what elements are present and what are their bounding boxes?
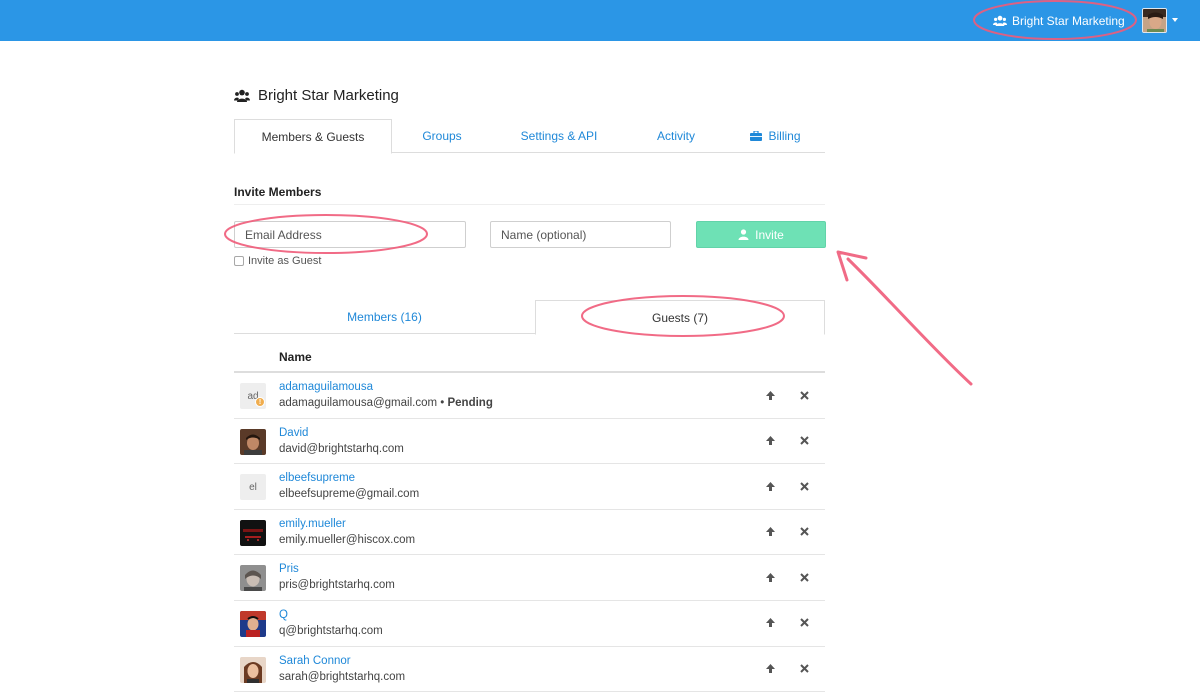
- pending-warning-icon: !: [255, 397, 265, 407]
- table-row: Sarah Connor sarah@brightstarhq.com: [234, 647, 825, 693]
- guest-email: q@brightstarhq.com: [279, 624, 383, 637]
- guest-name[interactable]: emily.mueller: [279, 518, 346, 530]
- table-row: Pris pris@brightstarhq.com: [234, 555, 825, 601]
- avatar: [240, 519, 266, 546]
- tab-groups[interactable]: Groups: [392, 119, 492, 153]
- close-icon[interactable]: [797, 434, 811, 448]
- close-icon[interactable]: [797, 662, 811, 676]
- close-icon[interactable]: [797, 479, 811, 493]
- tab-activity[interactable]: Activity: [626, 119, 726, 153]
- guest-email: adamaguilamousa@gmail.com: [279, 397, 438, 409]
- tab-label: Members & Guests: [261, 129, 365, 144]
- arrow-up-icon[interactable]: [763, 570, 777, 584]
- page-title: Bright Star Marketing: [234, 87, 399, 104]
- tab-label: Groups: [422, 129, 462, 143]
- team-name: Bright Star Marketing: [1012, 14, 1125, 28]
- table-row: el elbeefsupreme elbeefsupreme@gmail.com: [234, 464, 825, 510]
- column-header-name: Name: [279, 350, 312, 364]
- tab-members[interactable]: Members (16): [234, 300, 535, 334]
- avatar: [240, 610, 266, 637]
- avatar: el: [240, 474, 266, 501]
- email-input[interactable]: [234, 221, 466, 248]
- divider: [234, 204, 825, 205]
- arrow-up-icon[interactable]: [763, 616, 777, 630]
- invite-button-label: Invite: [755, 227, 784, 242]
- guest-name[interactable]: adamaguilamousa: [279, 381, 373, 393]
- guest-name[interactable]: Sarah Connor: [279, 655, 351, 667]
- guest-name[interactable]: David: [279, 427, 308, 439]
- guest-email: sarah@brightstarhq.com: [279, 670, 406, 683]
- arrow-up-icon[interactable]: [763, 479, 777, 493]
- avatar: [240, 565, 266, 592]
- guest-email-line: adamaguilamousa@gmail.com • Pending: [279, 397, 493, 409]
- briefcase-icon: [750, 131, 763, 141]
- avatar: [240, 656, 266, 683]
- close-icon[interactable]: [797, 616, 811, 630]
- close-icon[interactable]: [797, 388, 811, 402]
- user-icon: [738, 229, 749, 240]
- top-navbar: Bright Star Marketing: [0, 0, 1200, 41]
- invite-as-guest-label: Invite as Guest: [248, 255, 322, 267]
- tab-label: Members (16): [347, 310, 422, 324]
- invite-button[interactable]: Invite: [696, 221, 826, 248]
- name-input[interactable]: [490, 221, 671, 248]
- tab-label: Settings & API: [520, 129, 598, 143]
- tab-label: Activity: [656, 129, 695, 143]
- arrow-up-icon[interactable]: [763, 662, 777, 676]
- member-type-tabs: Members (16) Guests (7): [234, 300, 825, 335]
- guest-email: elbeefsupreme@gmail.com: [279, 488, 420, 501]
- team-switcher[interactable]: Bright Star Marketing: [993, 12, 1125, 30]
- tab-members-guests[interactable]: Members & Guests: [234, 119, 392, 154]
- invite-as-guest[interactable]: Invite as Guest: [234, 255, 321, 267]
- avatar: [240, 428, 266, 455]
- guest-name[interactable]: elbeefsupreme: [279, 472, 355, 484]
- tab-guests[interactable]: Guests (7): [535, 300, 825, 335]
- table-row: emily.mueller emily.mueller@hiscox.com: [234, 510, 825, 556]
- arrow-up-icon[interactable]: [763, 388, 777, 402]
- arrow-up-icon[interactable]: [763, 525, 777, 539]
- tab-label: Guests (7): [651, 310, 708, 325]
- annotation-arrowhead: [836, 250, 868, 282]
- settings-tabs: Members & Guests Groups Settings & API A…: [234, 119, 825, 154]
- guest-email: david@brightstarhq.com: [279, 442, 404, 455]
- table-row: Q q@brightstarhq.com: [234, 601, 825, 647]
- guest-name[interactable]: Q: [279, 609, 288, 621]
- invite-as-guest-checkbox[interactable]: [234, 256, 244, 266]
- annotation-arrow: [846, 257, 973, 386]
- guest-email: emily.mueller@hiscox.com: [279, 533, 416, 546]
- users-icon: [993, 15, 1007, 26]
- close-icon[interactable]: [797, 525, 811, 539]
- invite-section-title: Invite Members: [234, 185, 322, 199]
- tab-billing[interactable]: Billing: [726, 119, 825, 153]
- user-avatar[interactable]: [1142, 8, 1167, 33]
- guest-name[interactable]: Pris: [279, 563, 299, 575]
- tab-settings-api[interactable]: Settings & API: [492, 119, 626, 153]
- close-icon[interactable]: [797, 570, 811, 584]
- tab-label: Billing: [768, 129, 801, 143]
- status-badge: Pending: [447, 397, 493, 409]
- chevron-down-icon[interactable]: [1172, 18, 1178, 22]
- arrow-up-icon[interactable]: [763, 434, 777, 448]
- avatar-initials: el: [249, 481, 257, 493]
- org-name: Bright Star Marketing: [258, 87, 399, 104]
- table-row: David david@brightstarhq.com: [234, 419, 825, 465]
- guest-email: pris@brightstarhq.com: [279, 579, 395, 592]
- guest-list: ad ! adamaguilamousa adamaguilamousa@gma…: [234, 373, 825, 693]
- table-row: ad ! adamaguilamousa adamaguilamousa@gma…: [234, 373, 825, 419]
- users-icon: [234, 89, 250, 102]
